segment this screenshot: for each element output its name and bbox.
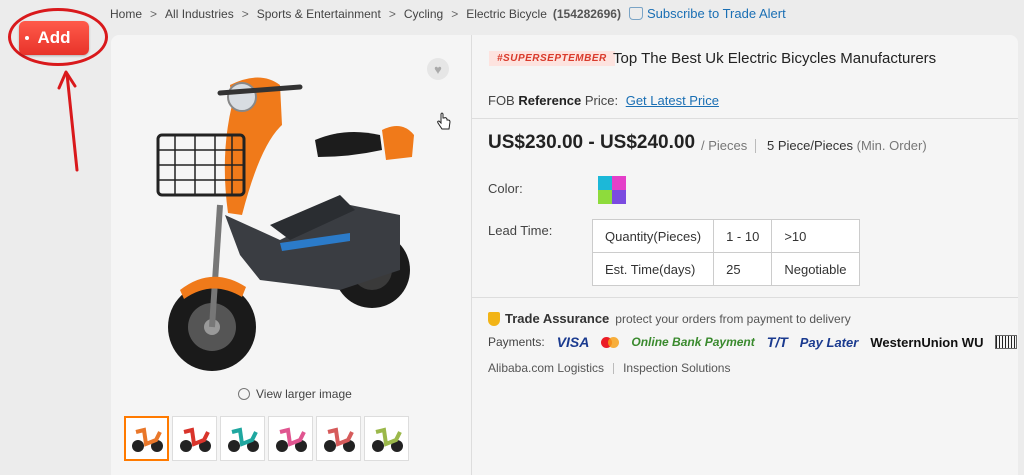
fob-suffix: Price: <box>584 93 619 108</box>
color-label: Color: <box>488 181 523 196</box>
table-row: Quantity(Pieces) 1 - 10 >10 <box>591 219 860 253</box>
table-cell: 25 <box>713 252 773 286</box>
min-order: 5 Piece/Pieces (Min. Order) <box>767 138 927 153</box>
table-cell: >10 <box>771 219 860 253</box>
moq-value: 5 Piece/Pieces <box>767 138 853 153</box>
breadcrumb-separator: > <box>150 6 158 21</box>
tt-logo: T/T <box>766 334 788 350</box>
table-cell: Quantity(Pieces) <box>591 219 715 253</box>
hand-cursor-icon <box>437 112 451 130</box>
product-main-image[interactable] <box>150 65 420 385</box>
breadcrumb-sports[interactable]: Sports & Entertainment <box>257 7 381 21</box>
breadcrumb-cycling[interactable]: Cycling <box>404 7 443 21</box>
breadcrumb-electric-bicycle[interactable]: Electric Bicycle <box>466 7 547 21</box>
logistics-link[interactable]: Alibaba.com Logistics <box>488 361 604 375</box>
table-cell: Est. Time(days) <box>591 252 715 286</box>
breadcrumb-separator: > <box>241 6 249 21</box>
divider <box>755 139 756 153</box>
breadcrumb-all-industries[interactable]: All Industries <box>165 7 234 21</box>
thumbnail[interactable] <box>172 416 217 461</box>
divider <box>613 362 615 374</box>
western-union-logo: WesternUnion WU <box>870 334 984 350</box>
payments-label: Payments: <box>488 335 545 349</box>
view-larger-label: View larger image <box>256 387 352 401</box>
thumbnail-strip <box>124 416 409 461</box>
thumbnail[interactable] <box>220 416 265 461</box>
table-cell: Negotiable <box>771 252 860 286</box>
lead-time-table: Quantity(Pieces) 1 - 10 >10 Est. Time(da… <box>591 219 860 286</box>
subscribe-icon <box>628 7 643 20</box>
lead-time-label: Lead Time: <box>488 223 553 238</box>
table-cell: 1 - 10 <box>713 219 773 253</box>
promo-tag[interactable]: #SUPERSEPTEMBER <box>489 51 615 66</box>
boleto-icon <box>995 335 1018 349</box>
zoom-icon <box>238 388 250 400</box>
breadcrumb: Home > All Industries > Sports & Enterta… <box>110 6 786 21</box>
breadcrumb-separator: > <box>451 6 459 21</box>
moq-note: (Min. Order) <box>856 138 927 153</box>
price-range: US$230.00 - US$240.00 <box>488 132 696 153</box>
pay-later-logo: Pay Later <box>799 334 859 350</box>
view-larger-image-link[interactable]: View larger image <box>238 387 352 401</box>
thumbnail[interactable] <box>268 416 313 461</box>
trade-assurance-title: Trade Assurance <box>505 311 610 326</box>
thumbnail[interactable] <box>124 416 169 461</box>
add-button-label: Add <box>37 28 71 47</box>
visa-logo: VISA <box>556 334 590 350</box>
thumbnail[interactable] <box>316 416 361 461</box>
divider <box>472 297 1018 298</box>
price-unit: / Pieces <box>701 138 748 153</box>
inspection-link[interactable]: Inspection Solutions <box>623 361 730 375</box>
breadcrumb-separator: > <box>388 6 396 21</box>
trade-assurance[interactable]: Trade Assurance protect your orders from… <box>488 311 851 326</box>
mastercard-icon <box>601 336 620 348</box>
payments-row: Payments: VISA Online Bank Payment T/T P… <box>488 334 1024 350</box>
online-bank-payment-logo: Online Bank Payment <box>631 335 755 349</box>
annotation-arrow <box>57 70 79 172</box>
add-button[interactable]: Add <box>19 21 89 55</box>
trade-assurance-description: protect your orders from payment to deli… <box>615 311 851 326</box>
breadcrumb-home[interactable]: Home <box>110 7 142 21</box>
subscribe-label: Subscribe to Trade Alert <box>646 6 786 21</box>
color-swatch[interactable] <box>598 176 626 204</box>
get-latest-price-link[interactable]: Get Latest Price <box>626 93 719 108</box>
fob-reference: Reference <box>518 93 582 108</box>
product-id: (154282696) <box>552 6 621 21</box>
shield-icon <box>488 311 500 326</box>
table-row: Est. Time(days) 25 Negotiable <box>591 252 860 286</box>
services-row: Alibaba.com Logistics Inspection Solutio… <box>488 361 730 375</box>
favorite-heart-icon[interactable]: ♥ <box>427 58 449 80</box>
fob-prefix: FOB <box>488 93 515 108</box>
subscribe-trade-alert-link[interactable]: Subscribe to Trade Alert <box>628 6 786 21</box>
product-title: Top The Best Uk Electric Bicycles Manufa… <box>613 50 937 67</box>
thumbnail[interactable] <box>364 416 409 461</box>
divider <box>472 118 1018 119</box>
dot-icon <box>25 36 29 40</box>
fob-price-row: FOB Reference Price: Get Latest Price <box>488 93 719 108</box>
